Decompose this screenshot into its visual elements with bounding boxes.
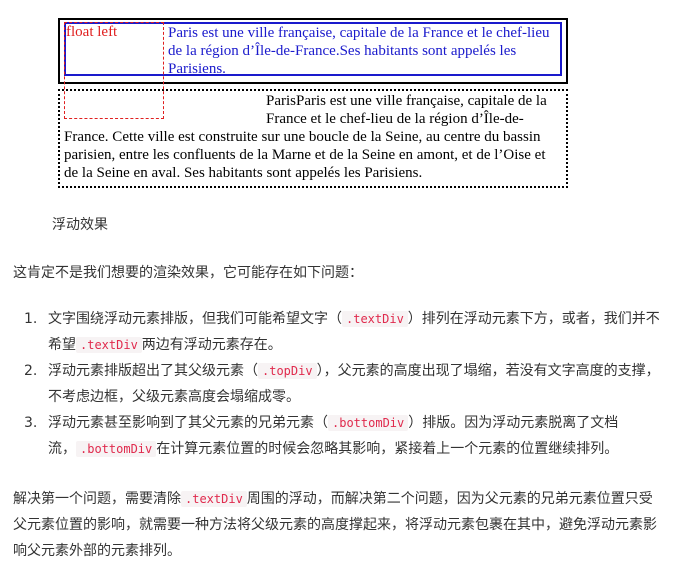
inline-code: .textDiv <box>342 311 408 327</box>
list-item: 3. 浮动元素甚至影响到了其父元素的兄弟元素（ .bottomDiv ）排版。因为浮… <box>24 415 619 457</box>
inline-code: .bottomDiv <box>76 441 157 457</box>
inline-code: .textDiv <box>181 491 247 507</box>
intro-paragraph: 这肯定不是我们想要的渲染效果，它可能存在如下问题： <box>13 265 363 281</box>
float-demo: float left Paris est une ville française… <box>58 18 568 188</box>
issue-list: 1. 文字围绕浮动元素排版，但我们可能希望文字（ .textDiv ）排列在浮动元素… <box>20 306 665 462</box>
top-div: float left Paris est une ville française… <box>58 18 568 119</box>
inline-code: .topDiv <box>258 363 317 379</box>
solution-paragraph: 解决第一个问题，需要清除 .textDiv 周围的浮动，而解决第二个问题，因为父元素… <box>13 491 657 559</box>
text-div-content: Paris est une ville française, capitale … <box>168 25 550 77</box>
float-div: float left <box>64 22 164 119</box>
inline-code: .bottomDiv <box>328 415 409 431</box>
list-item: 2. 浮动元素排版超出了其父级元素（ .topDiv ），父元素的高度出现了塌缩，若… <box>24 363 660 405</box>
figure-caption: 浮动效果 <box>52 217 108 233</box>
float-label: float left <box>66 24 118 40</box>
inline-code: .textDiv <box>76 337 142 353</box>
list-item: 1. 文字围绕浮动元素排版，但我们可能希望文字（ .textDiv ）排列在浮动元素… <box>24 311 660 353</box>
